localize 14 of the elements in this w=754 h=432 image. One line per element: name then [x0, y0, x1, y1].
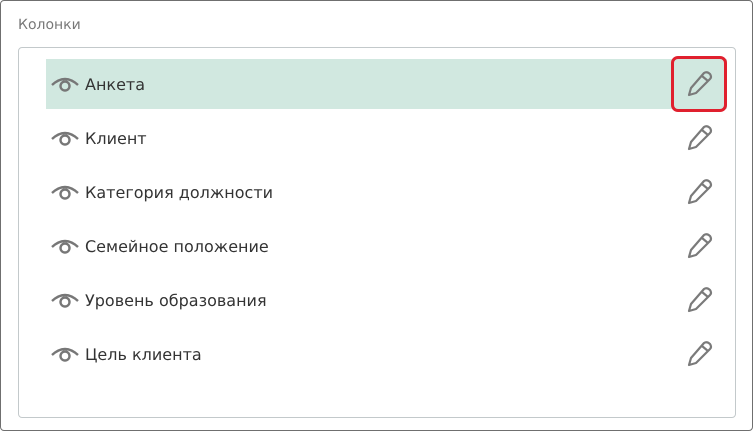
column-label: Категория должности — [85, 182, 274, 202]
column-label: Анкета — [85, 74, 146, 94]
panel-title: Колонки — [18, 16, 82, 35]
column-row[interactable]: Клиент — [46, 113, 727, 163]
column-row[interactable]: Категория должности — [46, 167, 727, 217]
column-row[interactable]: Уровень образования — [46, 275, 727, 325]
column-label: Уровень образования — [85, 290, 268, 310]
pencil-icon[interactable] — [671, 56, 727, 112]
column-label: Семейное положение — [85, 236, 270, 256]
column-label: Цель клиента — [85, 344, 203, 364]
column-row[interactable]: Семейное положение — [46, 221, 727, 271]
column-label: Клиент — [85, 128, 148, 148]
column-row[interactable]: Анкета — [46, 59, 727, 109]
column-row[interactable]: Цель клиента — [46, 329, 727, 379]
